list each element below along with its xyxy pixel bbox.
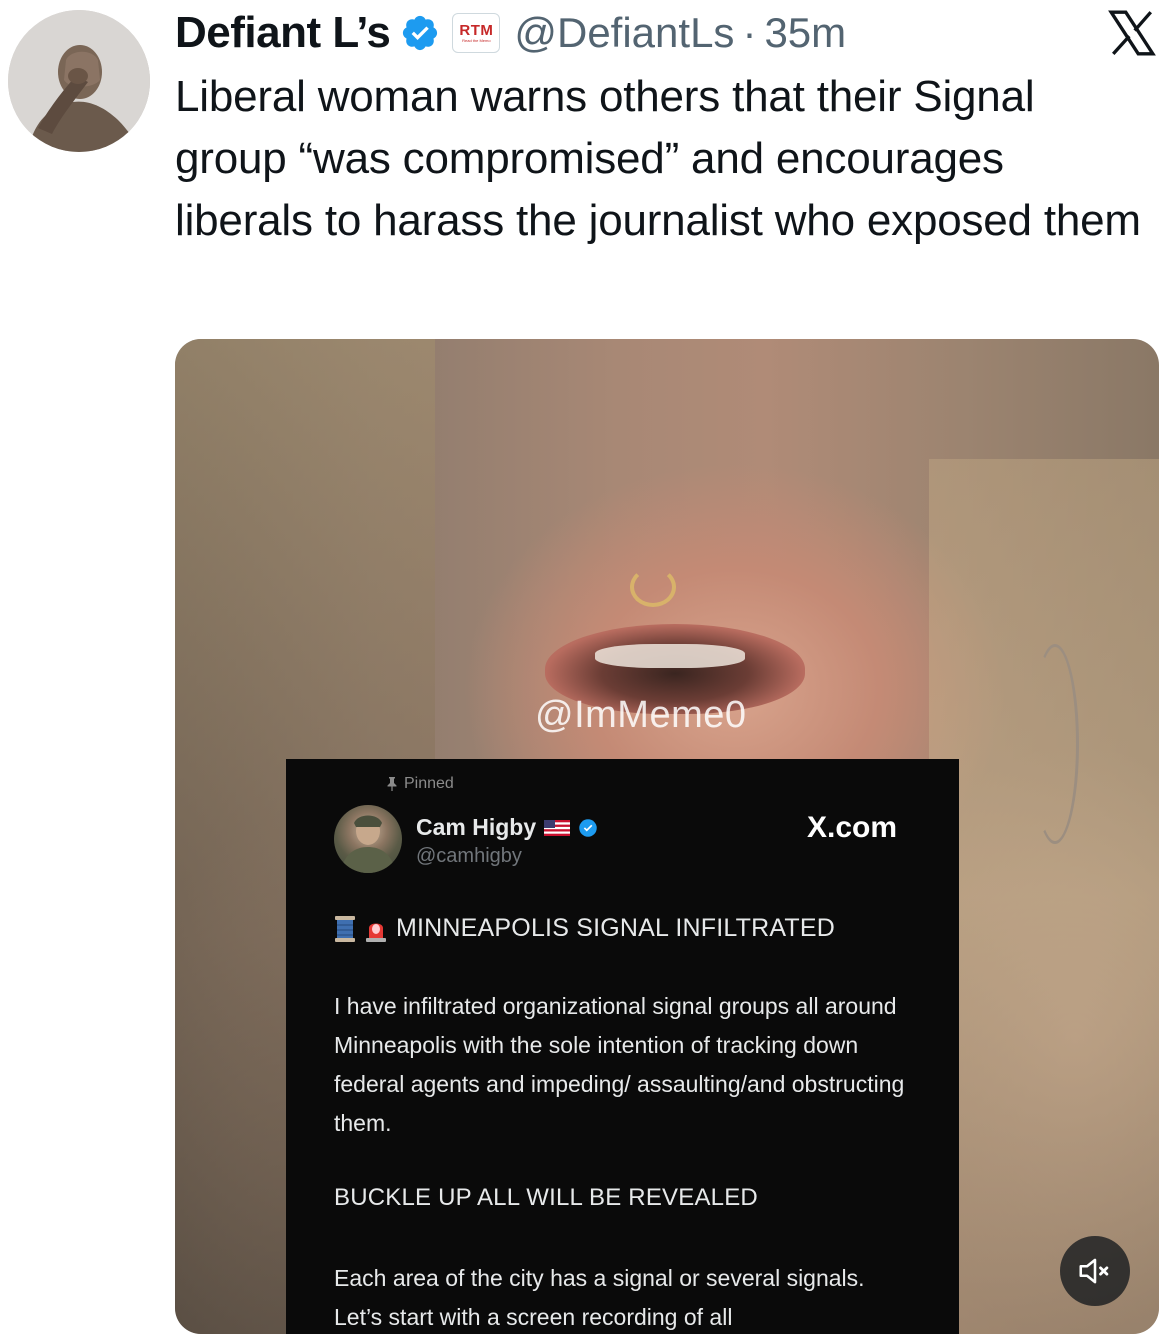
author-display-name[interactable]: Defiant L’s: [175, 8, 391, 58]
embedded-author-name: Cam Higby: [416, 814, 537, 840]
pin-icon: [387, 777, 397, 791]
embedded-author-handle: @camhigby: [416, 845, 522, 867]
video-frame-hair-right: [929, 459, 1159, 1334]
mute-toggle-button[interactable]: [1060, 1236, 1130, 1306]
embedded-post-overlay: Pinned Cam Higby @camhigby X.com MINNEAP…: [286, 759, 959, 1334]
video-watermark: @ImMeme0: [535, 694, 747, 736]
pinned-label-row: Pinned: [386, 775, 454, 793]
pinned-label: Pinned: [404, 775, 454, 792]
tweet-video[interactable]: @ImMeme0 Pinned Cam Higby @camhigby X.co…: [175, 339, 1159, 1334]
volume-muted-icon: [1079, 1258, 1109, 1284]
embedded-site-label: X.com: [806, 811, 897, 844]
embedded-avatar: [334, 805, 402, 873]
siren-icon: [366, 923, 386, 942]
affiliate-badge-label: RTM: [459, 22, 494, 39]
author-avatar[interactable]: [8, 10, 150, 152]
embedded-body-continued: Each area of the city has a signal or se…: [334, 1265, 865, 1330]
embedded-body: I have infiltrated organizational signal…: [334, 993, 905, 1136]
timestamp[interactable]: 35m: [764, 9, 846, 57]
embedded-avatar-image: [340, 815, 396, 873]
thread-spool-icon: [335, 915, 355, 942]
separator-dot: ·: [742, 9, 757, 56]
author-handle[interactable]: @DefiantLs: [514, 9, 734, 57]
x-logo-icon: [1108, 10, 1156, 56]
tweet-header: Defiant L’s RTM Read the Memo @DefiantLs…: [175, 8, 846, 58]
embedded-name-row: Cam Higby: [416, 814, 598, 841]
tweet-text: Liberal woman warns others that their Si…: [175, 72, 1141, 245]
affiliate-badge-subtext: Read the Memo: [462, 38, 491, 43]
embedded-verified-icon: [579, 818, 597, 837]
statue-avatar-image: [8, 10, 150, 152]
embedded-buckle-line: BUCKLE UP ALL WILL BE REVEALED: [334, 1184, 758, 1211]
us-flag-icon: [544, 819, 571, 836]
affiliate-badge[interactable]: RTM Read the Memo: [452, 13, 501, 53]
video-frame-teeth: [595, 644, 745, 668]
embedded-headline: MINNEAPOLIS SIGNAL INFILTRATED: [396, 914, 835, 942]
embedded-headline-row: MINNEAPOLIS SIGNAL INFILTRATED: [334, 914, 835, 943]
video-frame-nose-ring: [630, 567, 676, 607]
video-frame-earring: [1031, 644, 1079, 844]
verified-badge-icon[interactable]: [400, 13, 440, 53]
